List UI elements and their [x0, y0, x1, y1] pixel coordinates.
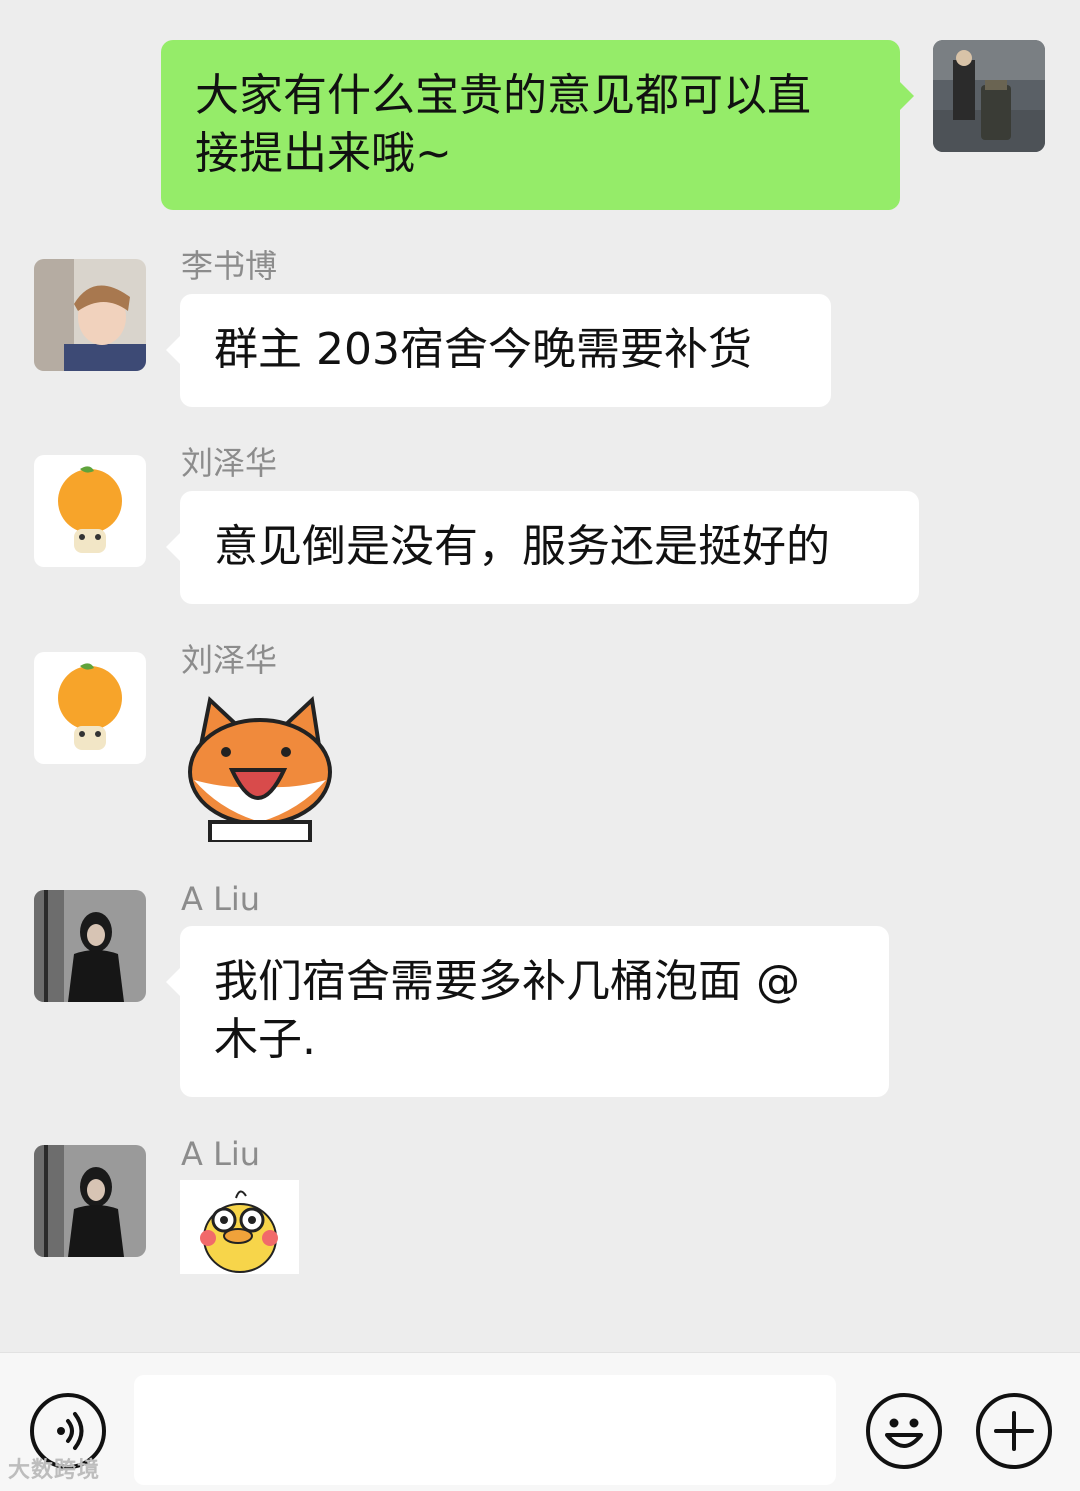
duck-sticker[interactable]: [180, 1180, 299, 1274]
orange-avatar[interactable]: [34, 455, 146, 567]
message-text-line: 接提出来哦~: [195, 128, 452, 179]
sender-name: A Liu: [181, 880, 261, 918]
girl-photo-avatar[interactable]: [34, 1145, 146, 1257]
message-text: 意见倒是没有，服务还是挺好的: [214, 521, 830, 572]
outgoing-message-bubble[interactable]: 大家有什么宝贵的意见都可以直 接提出来哦~: [161, 40, 914, 210]
incoming-message-bubble[interactable]: 我们宿舍需要多补几桶泡面 @ 木子.: [166, 926, 889, 1097]
message-input[interactable]: [134, 1375, 836, 1485]
sender-name: 刘泽华: [181, 641, 278, 679]
message-text-line: 大家有什么宝贵的意见都可以直: [195, 70, 811, 121]
sender-name: A Liu: [181, 1135, 261, 1173]
message-text-line: 我们宿舍需要多补几桶泡面 @: [214, 956, 800, 1007]
fox-sticker[interactable]: [180, 690, 336, 844]
message-text-line: 木子.: [214, 1014, 316, 1065]
message-text: 群主 203宿舍今晚需要补货: [214, 324, 752, 375]
sender-name: 李书博: [181, 247, 278, 285]
sender-name: 刘泽华: [181, 444, 278, 482]
girl-photo-avatar[interactable]: [34, 890, 146, 1002]
plus-icon[interactable]: [976, 1393, 1052, 1469]
chat-input-bar: [0, 1352, 1080, 1491]
incoming-message-bubble[interactable]: 意见倒是没有，服务还是挺好的: [166, 491, 919, 604]
watermark: 大数跨境: [8, 1458, 101, 1483]
boy-photo-avatar[interactable]: [34, 259, 146, 371]
photo-avatar[interactable]: [933, 40, 1045, 152]
incoming-message-bubble[interactable]: 群主 203宿舍今晚需要补货: [166, 294, 831, 407]
chat-area[interactable]: 大家有什么宝贵的意见都可以直 接提出来哦~ 李书博 群主 203宿舍今晚需要补货: [0, 0, 1080, 1352]
emoji-icon[interactable]: [866, 1393, 942, 1469]
orange-avatar[interactable]: [34, 652, 146, 764]
